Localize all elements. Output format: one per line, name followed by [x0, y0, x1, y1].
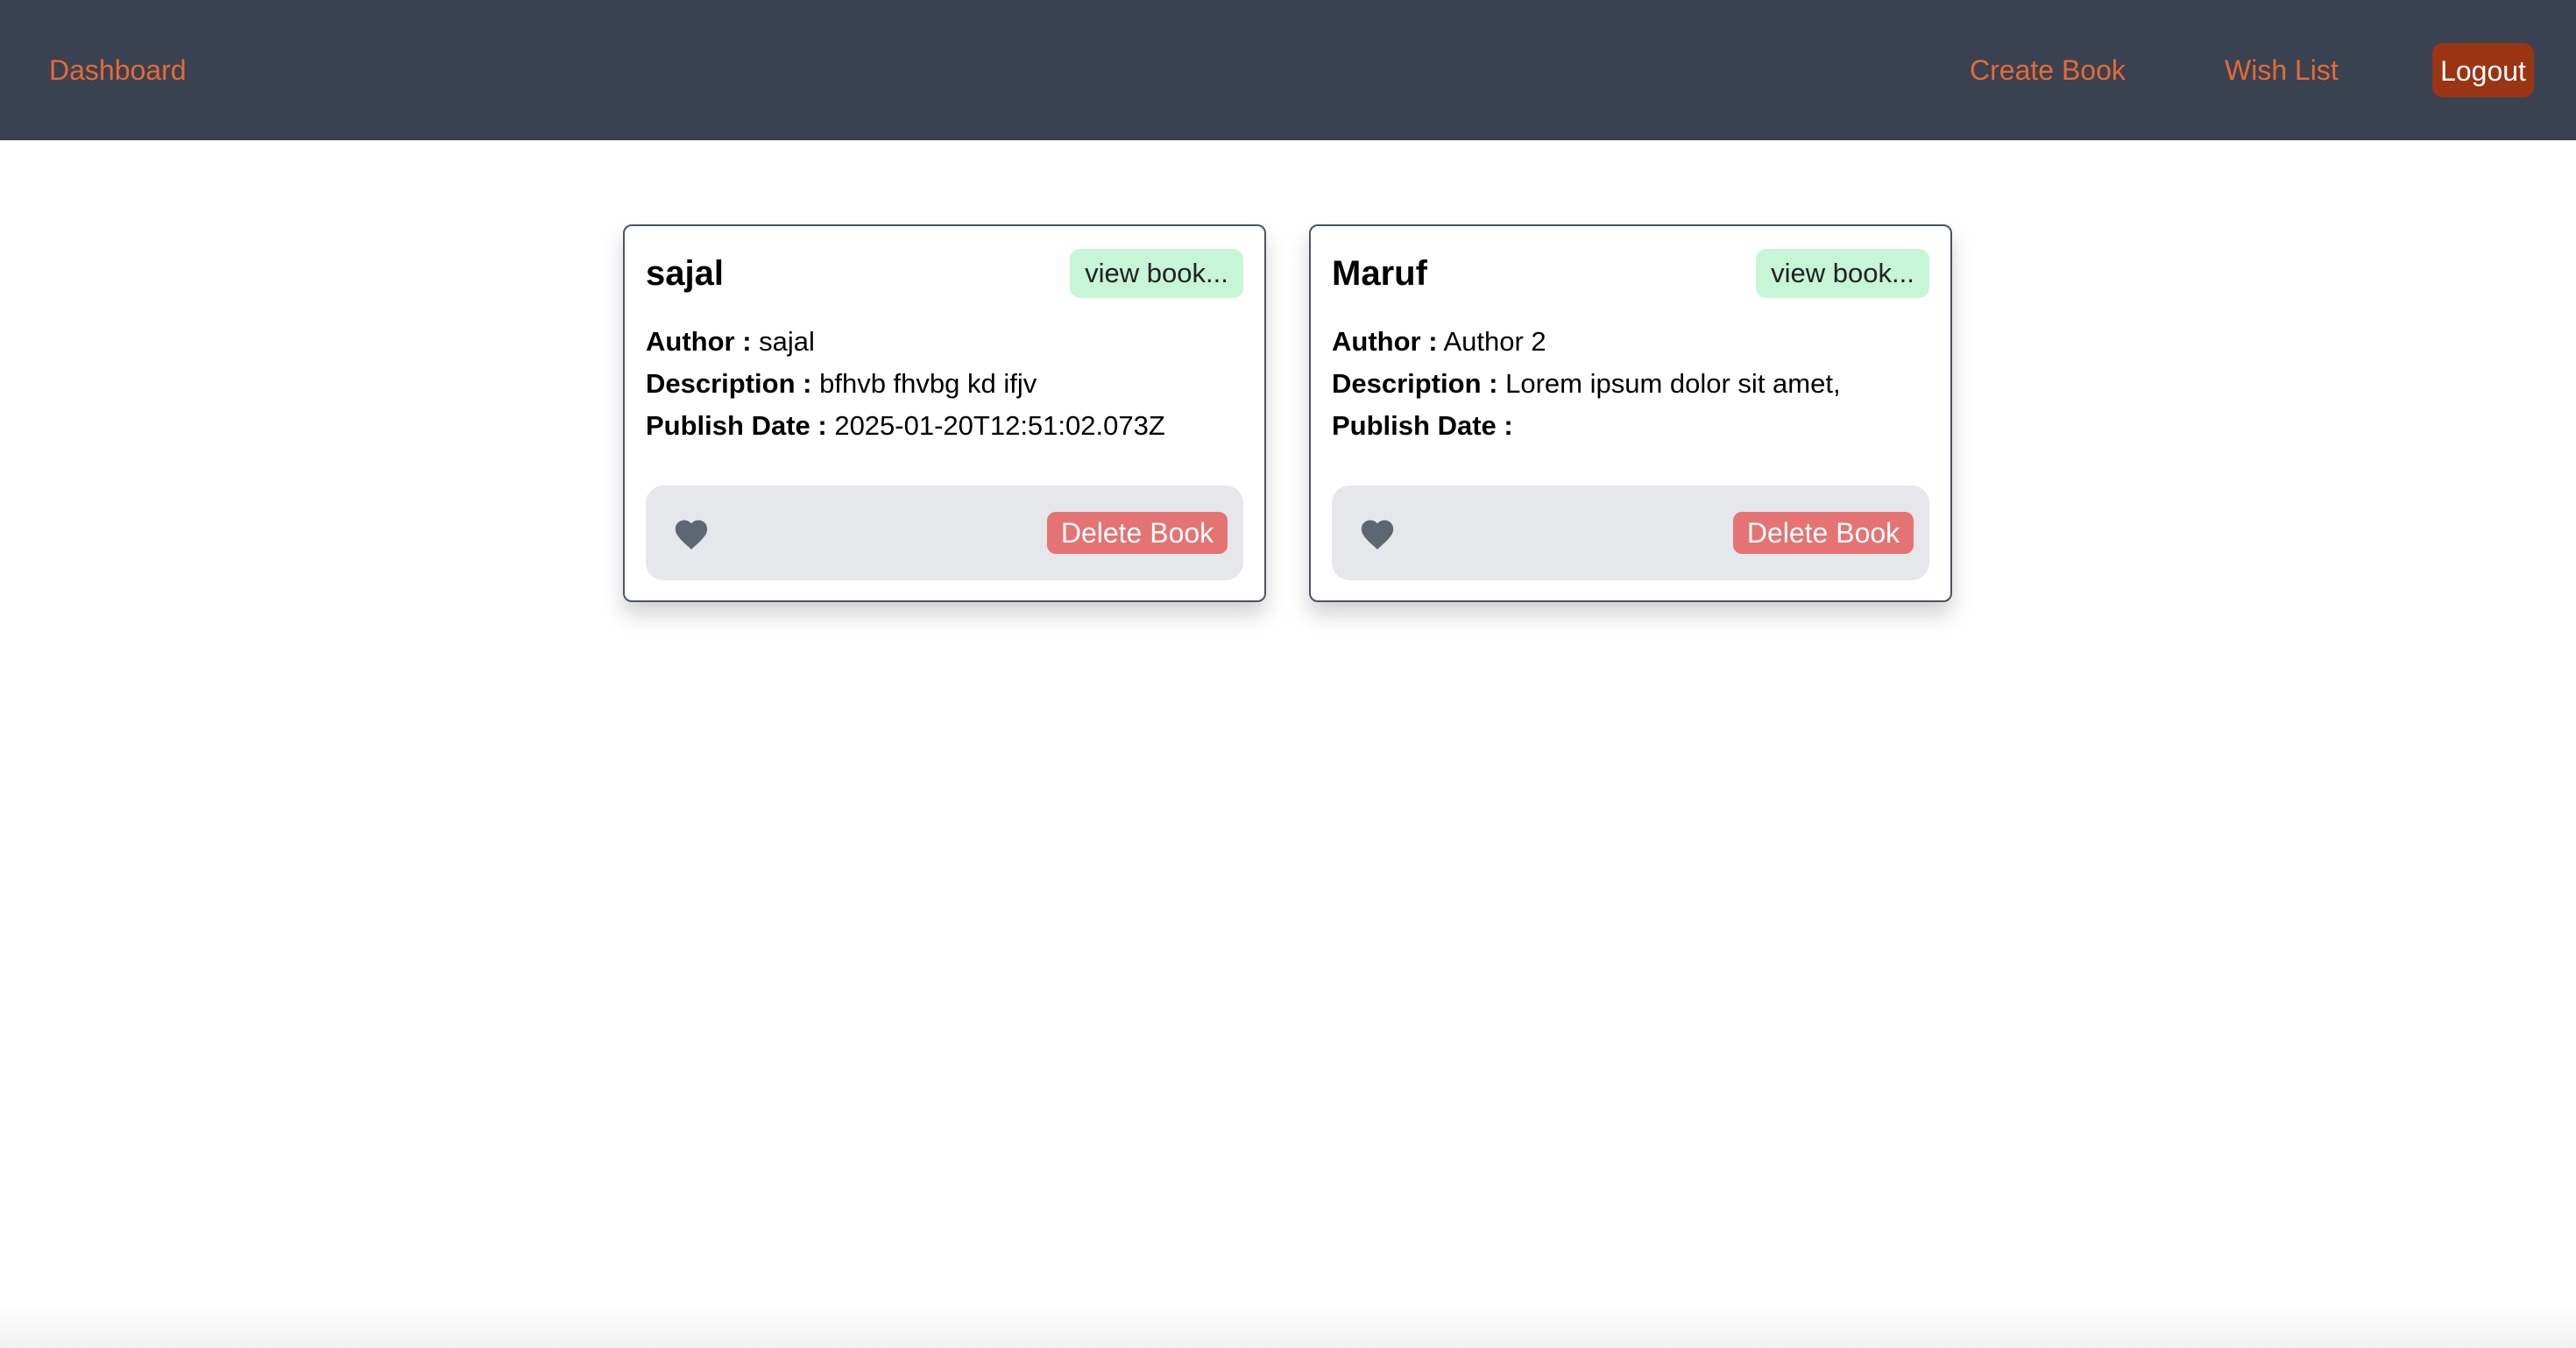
author-label: Author :	[1332, 326, 1438, 357]
delete-book-button[interactable]: Delete Book	[1733, 512, 1914, 554]
view-book-button[interactable]: view book...	[1070, 249, 1243, 298]
book-card: Maruf view book... Author : Author 2 Des…	[1309, 224, 1952, 602]
description-row: Description : bfhvb fhvbg kd ifjv	[646, 363, 1165, 405]
delete-book-button[interactable]: Delete Book	[1047, 512, 1228, 554]
author-label: Author :	[646, 326, 752, 357]
heart-icon[interactable]	[1358, 515, 1397, 550]
author-value: Author 2	[1443, 326, 1546, 357]
book-info: Author : sajal Description : bfhvb fhvbg…	[646, 321, 1165, 447]
heart-icon[interactable]	[672, 515, 711, 550]
card-footer: Delete Book	[646, 486, 1243, 580]
author-row: Author : sajal	[646, 321, 1165, 363]
publish-date-label: Publish Date :	[646, 410, 827, 441]
description-value: bfhvb fhvbg kd ifjv	[819, 368, 1037, 399]
description-label: Description :	[646, 368, 812, 399]
book-title: sajal	[646, 254, 724, 293]
book-card: sajal view book... Author : sajal Descri…	[623, 224, 1266, 602]
publish-date-label: Publish Date :	[1332, 410, 1513, 441]
description-label: Description :	[1332, 368, 1498, 399]
book-title: Maruf	[1332, 254, 1427, 293]
book-info: Author : Author 2 Description : Lorem ip…	[1332, 321, 1841, 447]
publish-date-row: Publish Date :	[1332, 405, 1841, 447]
publish-date-value: 2025-01-20T12:51:02.073Z	[834, 410, 1165, 441]
bottom-shadow	[0, 1306, 2576, 1348]
author-row: Author : Author 2	[1332, 321, 1841, 363]
nav-dashboard-link[interactable]: Dashboard	[49, 0, 187, 140]
nav-create-book-link[interactable]: Create Book	[1970, 0, 2126, 140]
description-value: Lorem ipsum dolor sit amet,	[1505, 368, 1841, 399]
author-value: sajal	[759, 326, 815, 357]
navbar: Dashboard Create Book Wish List Logout	[0, 0, 2576, 140]
view-book-button[interactable]: view book...	[1756, 249, 1929, 298]
publish-date-row: Publish Date : 2025-01-20T12:51:02.073Z	[646, 405, 1165, 447]
logout-button[interactable]: Logout	[2432, 43, 2534, 97]
description-row: Description : Lorem ipsum dolor sit amet…	[1332, 363, 1841, 405]
card-footer: Delete Book	[1332, 486, 1929, 580]
nav-wish-list-link[interactable]: Wish List	[2225, 0, 2339, 140]
